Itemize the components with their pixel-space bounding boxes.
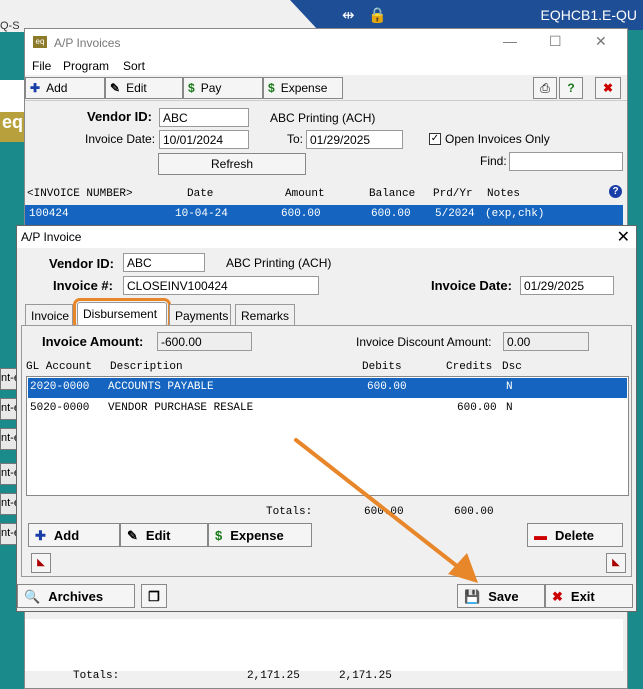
annotation-arrow bbox=[294, 438, 478, 583]
